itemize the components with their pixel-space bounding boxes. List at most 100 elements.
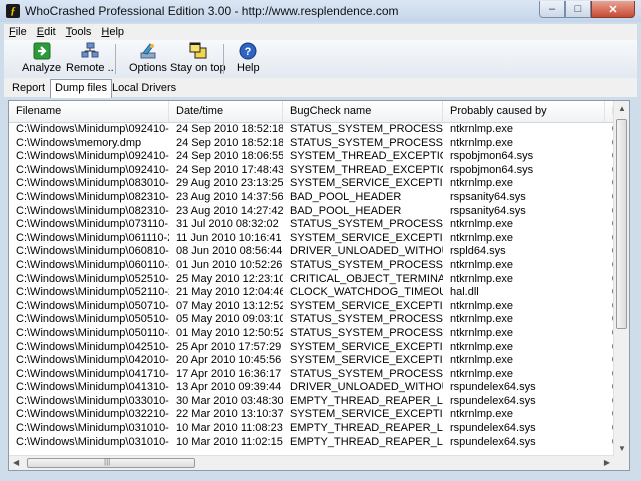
cell-probably-caused-by: rspundelex64.sys [450, 422, 536, 435]
cell-filename: C:\Windows\Minidump\073110-1552... [16, 218, 169, 231]
network-computers-icon [81, 42, 99, 60]
cell-datetime: 24 Sep 2010 17:48:43 [176, 163, 283, 176]
table-row[interactable]: C:\Windows\Minidump\050110-2257... 01 May… [9, 326, 618, 341]
cell-filename: C:\Windows\Minidump\092410-2154... [16, 123, 169, 135]
cell-datetime: 24 Sep 2010 18:06:55 [176, 150, 283, 163]
cell-probably-caused-by: ntkrnlmp.exe [450, 123, 513, 135]
cell-datetime: 07 May 2010 13:12:52 [176, 299, 283, 312]
vertical-scroll-thumb[interactable] [616, 119, 627, 329]
cell-filename: C:\Windows\Minidump\052510-2182... [16, 272, 169, 285]
cell-probably-caused-by: ntkrnlmp.exe [450, 231, 513, 244]
table-row[interactable]: C:\Windows\Minidump\082310-2269... 23 Aug… [9, 204, 618, 219]
table-row[interactable]: C:\Windows\Minidump\083010-1953... 29 Aug… [9, 177, 618, 191]
column-header-datetime[interactable]: Date/time [169, 101, 283, 122]
table-row[interactable]: C:\Windows\Minidump\092410-2361... 24 Sep… [9, 163, 618, 178]
cell-bugcheck-name: STATUS_SYSTEM_PROCESS_TERMI... [290, 313, 443, 326]
cell-datetime: 24 Sep 2010 18:52:18 [176, 136, 283, 149]
menu-file[interactable]: File [4, 26, 32, 38]
cell-probably-caused-by: rspobjmon64.sys [450, 150, 534, 163]
cell-bugcheck-name: SYSTEM_SERVICE_EXCEPTION [290, 408, 443, 421]
scroll-right-arrow-icon[interactable]: ▶ [604, 458, 610, 467]
cell-filename: C:\Windows\Minidump\041710-2463... [16, 367, 169, 380]
help-question-icon: ? [239, 42, 257, 60]
cell-filename: C:\Windows\Minidump\033010-2630... [16, 394, 169, 407]
cell-probably-caused-by: rspld64.sys [450, 245, 506, 258]
column-header-probably-caused-by[interactable]: Probably caused by [443, 101, 605, 122]
scroll-up-arrow-icon[interactable]: ▲ [618, 104, 626, 113]
horizontal-scroll-thumb[interactable]: ||| [27, 457, 195, 468]
toolbar-separator [223, 44, 224, 74]
cell-datetime: 08 Jun 2010 08:56:44 [176, 245, 283, 258]
table-row[interactable]: C:\Windows\Minidump\052510-2182... 25 May… [9, 272, 618, 287]
remote-button[interactable]: Remote .. [66, 42, 114, 76]
dump-files-list[interactable]: Filename Date/time BugCheck name Probabl… [8, 100, 630, 471]
toolbar-separator [115, 44, 116, 74]
tab-report[interactable]: Report [8, 80, 49, 96]
menu-help[interactable]: Help [96, 26, 129, 38]
table-row[interactable]: C:\Windows\Minidump\031010-1567... 10 Mar… [9, 422, 618, 436]
cell-datetime: 29 Aug 2010 23:13:25 [176, 177, 283, 190]
cell-bugcheck-name: STATUS_SYSTEM_PROCESS_TERMI... [290, 136, 443, 149]
toolbar: Analyze Remote .. Options Stay on top ? [4, 40, 637, 79]
maximize-button[interactable]: □ [565, 1, 591, 18]
tab-dump-files[interactable]: Dump files [50, 79, 112, 98]
whocrashed-app-icon: ƒ [6, 4, 20, 18]
cell-bugcheck-name: SYSTEM_SERVICE_EXCEPTION [290, 299, 443, 312]
table-row[interactable]: C:\Windows\Minidump\052110-2581... 21 May… [9, 286, 618, 300]
cell-probably-caused-by: ntkrnlmp.exe [450, 326, 513, 339]
scroll-left-arrow-icon[interactable]: ◀ [13, 458, 19, 467]
table-row[interactable]: C:\Windows\Minidump\060110-2341... 01 Jun… [9, 259, 618, 273]
cell-probably-caused-by: rspobjmon64.sys [450, 163, 534, 176]
table-row[interactable]: C:\Windows\Minidump\092410-1828... 24 Sep… [9, 150, 618, 164]
scroll-down-arrow-icon[interactable]: ▼ [618, 444, 626, 453]
stay-on-top-button[interactable]: Stay on top [170, 42, 226, 76]
table-row[interactable]: C:\Windows\Minidump\092410-2154... 24 Sep… [9, 123, 618, 137]
menu-edit[interactable]: Edit [32, 26, 61, 38]
cell-datetime: 20 Apr 2010 10:45:56 [176, 354, 282, 367]
cell-bugcheck-name: EMPTY_THREAD_REAPER_LIST [290, 394, 443, 407]
cell-filename: C:\Windows\Minidump\041310-2675... [16, 381, 169, 394]
help-label: Help [237, 62, 260, 74]
cell-bugcheck-name: DRIVER_UNLOADED_WITHOUT_CA... [290, 245, 443, 258]
options-button[interactable]: Options [129, 42, 167, 76]
cell-datetime: 23 Aug 2010 14:27:42 [176, 204, 283, 217]
horizontal-scrollbar[interactable]: ◀ ||| ▶ [9, 455, 614, 470]
table-row[interactable]: C:\Windows\Minidump\073110-1552... 31 Jul… [9, 218, 618, 232]
table-row[interactable]: C:\Windows\Minidump\050710-2661... 07 May… [9, 299, 618, 314]
cell-bugcheck-name: BAD_POOL_HEADER [290, 204, 402, 217]
app-window: ƒ WhoCrashed Professional Edition 3.00 -… [0, 0, 641, 481]
table-row[interactable]: C:\Windows\Minidump\050510-2400... 05 May… [9, 313, 618, 327]
title-bar[interactable]: ƒ WhoCrashed Professional Edition 3.00 -… [0, 0, 641, 22]
cell-datetime: 23 Aug 2010 14:37:56 [176, 190, 283, 203]
cell-filename: C:\Windows\Minidump\031010-2176... [16, 435, 169, 448]
cell-probably-caused-by: rspsanity64.sys [450, 204, 526, 217]
cell-bugcheck-name: SYSTEM_THREAD_EXCEPTION_NOT... [290, 150, 443, 163]
cell-bugcheck-name: STATUS_SYSTEM_PROCESS_TERMI... [290, 326, 443, 339]
close-button[interactable]: ✕ [591, 1, 635, 18]
cell-datetime: 05 May 2010 09:03:10 [176, 313, 283, 326]
table-row[interactable]: C:\Windows\Minidump\042010-2822... 20 Apr… [9, 354, 618, 368]
table-row[interactable]: C:\Windows\Minidump\060810-2733... 08 Jun… [9, 245, 618, 259]
menu-tools[interactable]: Tools [61, 26, 97, 38]
table-row[interactable]: C:\Windows\Minidump\082310-2549... 23 Aug… [9, 190, 618, 205]
vertical-scrollbar[interactable]: ▲ ▼ [613, 101, 629, 456]
table-row[interactable]: C:\Windows\Minidump\042510-4360... 25 Apr… [9, 341, 618, 355]
minimize-button[interactable]: – [539, 1, 565, 18]
cell-probably-caused-by: ntkrnlmp.exe [450, 136, 513, 149]
table-row[interactable]: C:\Windows\Minidump\041310-2675... 13 Apr… [9, 381, 618, 395]
cell-datetime: 25 May 2010 12:23:10 [176, 272, 283, 285]
column-header-bugcheck-name[interactable]: BugCheck name [283, 101, 443, 122]
tab-local-drivers[interactable]: Local Drivers [108, 80, 180, 96]
table-row[interactable]: C:\Windows\Minidump\031010-2176... 10 Mar… [9, 435, 618, 450]
column-header-filename[interactable]: Filename [9, 101, 169, 122]
analyze-button[interactable]: Analyze [22, 42, 61, 76]
table-row[interactable]: C:\Windows\Minidump\061110-2247... 11 Jun… [9, 231, 618, 246]
cell-bugcheck-name: STATUS_SYSTEM_PROCESS_TERMI... [290, 218, 443, 231]
cell-probably-caused-by: ntkrnlmp.exe [450, 177, 513, 190]
table-row[interactable]: C:\Windows\Minidump\041710-2463... 17 Apr… [9, 367, 618, 382]
table-row[interactable]: C:\Windows\Minidump\033010-2630... 30 Mar… [9, 394, 618, 409]
table-row[interactable]: C:\Windows\memory.dmp 24 Sep 2010 18:52:1… [9, 136, 618, 151]
table-row[interactable]: C:\Windows\Minidump\032210-3154... 22 Mar… [9, 408, 618, 422]
list-header: Filename Date/time BugCheck name Probabl… [9, 101, 629, 123]
help-button[interactable]: ? Help [237, 42, 260, 76]
